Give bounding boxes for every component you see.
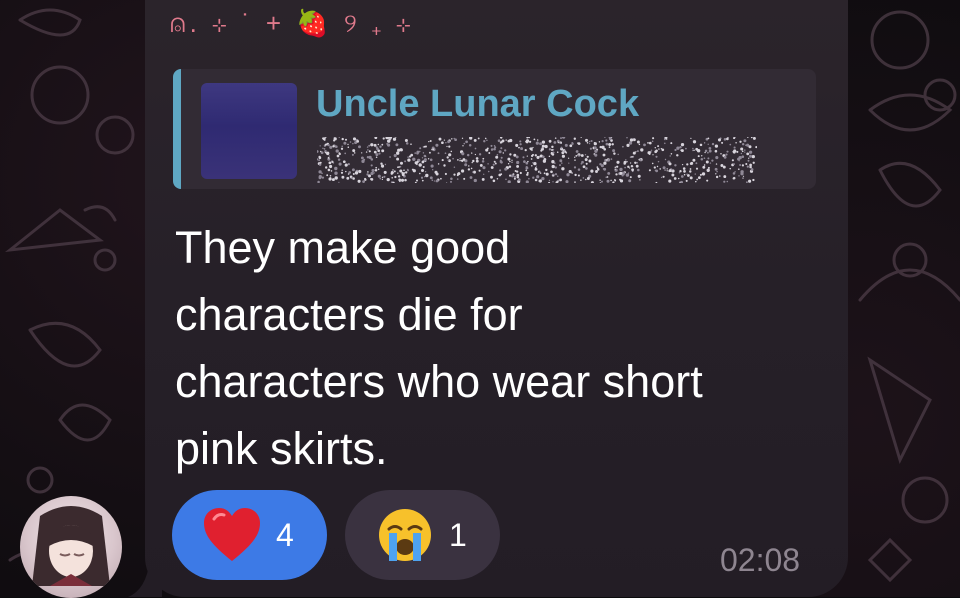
reply-accent-bar xyxy=(173,69,181,189)
reply-sender-name: Uncle Lunar Cock xyxy=(316,83,640,125)
reply-quote[interactable]: Uncle Lunar Cock xyxy=(173,69,816,189)
header-decoration: ⍝. ⊹ ˙ + 🍓 ୨ ₊ ⊹ xyxy=(170,8,415,38)
reply-spoiler-text[interactable] xyxy=(317,137,757,183)
reaction-count: 4 xyxy=(276,517,294,553)
message-line: They make good xyxy=(175,222,511,273)
message-text: They make good characters die for charac… xyxy=(175,214,815,482)
reaction-crying-button[interactable]: 1 xyxy=(345,490,500,580)
reply-thumbnail xyxy=(201,83,297,179)
message-line: characters who wear short xyxy=(175,356,703,407)
message-time: 02:08 xyxy=(720,542,801,578)
avatar-image xyxy=(32,506,110,586)
reaction-heart-button[interactable]: 4 xyxy=(172,490,327,580)
crying-face-icon xyxy=(379,509,431,561)
message-line: pink skirts. xyxy=(175,423,388,474)
message-line: characters die for xyxy=(175,289,523,340)
heart-icon xyxy=(204,508,260,561)
reaction-count: 1 xyxy=(449,517,467,553)
avatar[interactable] xyxy=(20,496,122,598)
